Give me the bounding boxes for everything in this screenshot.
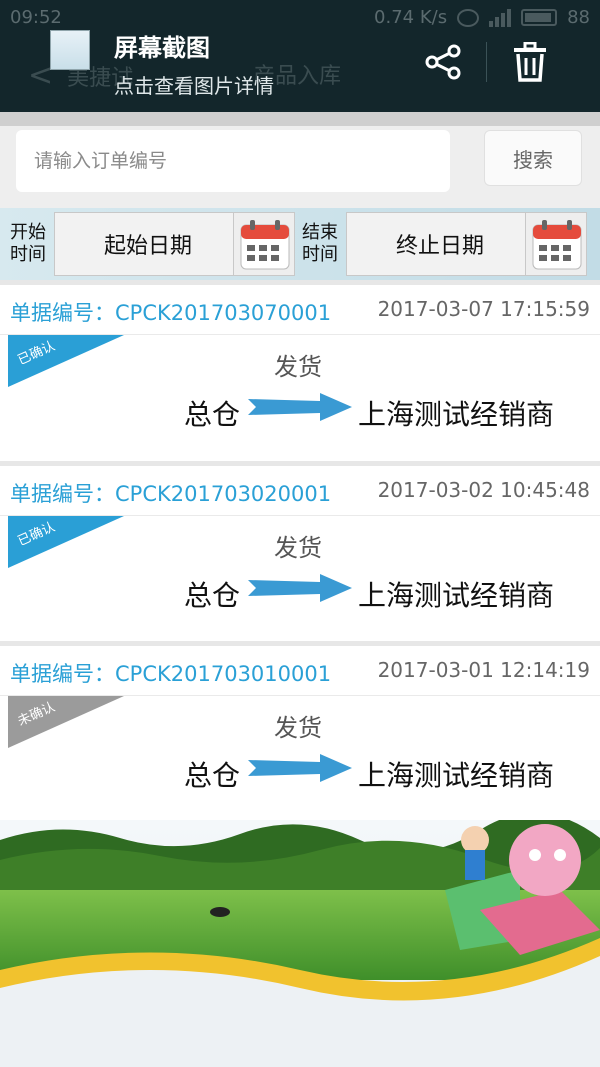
order-number: 单据编号：CPCK201703020001 xyxy=(10,482,332,506)
order-card[interactable]: 单据编号：CPCK201703020001 2017-03-02 10:45:4… xyxy=(0,461,600,646)
meadow-banner xyxy=(0,820,600,1067)
status-bar: 09:52 0.74 K/s 88 xyxy=(0,0,600,36)
order-header: 单据编号：CPCK201703010001 2017-03-01 12:14:1… xyxy=(0,646,600,696)
status-time: 09:52 xyxy=(10,7,62,28)
order-number-search-input[interactable] xyxy=(16,130,450,192)
battery-icon xyxy=(521,9,558,26)
toolbar-divider xyxy=(486,42,487,82)
screenshot-title: 屏幕截图 xyxy=(114,34,210,62)
arrow-right-icon xyxy=(248,754,352,782)
search-area: 搜索 xyxy=(0,126,600,208)
order-card[interactable]: 单据编号：CPCK201703070001 2017-03-07 17:15:5… xyxy=(0,280,600,465)
end-time-label: 结束 时间 xyxy=(298,222,342,266)
calendar-icon[interactable] xyxy=(525,212,587,276)
trash-icon[interactable] xyxy=(512,42,548,82)
action-label: 发货 xyxy=(274,353,322,381)
arrow-right-icon xyxy=(248,574,352,602)
signal-icon xyxy=(489,8,512,27)
screenshot-thumbnail[interactable] xyxy=(50,30,90,70)
arrow-right-icon xyxy=(248,393,352,421)
end-label-line2: 时间 xyxy=(302,244,338,265)
start-label-line2: 时间 xyxy=(10,244,46,265)
start-date-field[interactable]: 起始日期 xyxy=(54,212,242,276)
search-button[interactable]: 搜索 xyxy=(484,130,582,186)
calendar-icon[interactable] xyxy=(233,212,295,276)
order-body: 已确认 发货 总仓 上海测试经销商 xyxy=(0,335,600,465)
order-time: 2017-03-02 10:45:48 xyxy=(377,478,590,502)
order-body: 已确认 发货 总仓 上海测试经销商 xyxy=(0,516,600,646)
action-label: 发货 xyxy=(274,534,322,562)
order-time: 2017-03-01 12:14:19 xyxy=(377,658,590,682)
action-label: 发货 xyxy=(274,714,322,742)
alarm-icon xyxy=(457,8,480,27)
to-dealer: 上海测试经销商 xyxy=(358,398,555,431)
header-divider xyxy=(0,112,600,126)
screenshot-subtitle[interactable]: 点击查看图片详情 xyxy=(114,70,274,99)
end-date-field[interactable]: 终止日期 xyxy=(346,212,534,276)
order-body: 未确认 发货 总仓 上海测试经销商 xyxy=(0,696,600,826)
share-icon[interactable] xyxy=(424,44,462,80)
order-number: 单据编号：CPCK201703070001 xyxy=(10,301,332,325)
order-card[interactable]: 单据编号：CPCK201703010001 2017-03-01 12:14:1… xyxy=(0,641,600,826)
date-filter: 开始 时间 起始日期 结束 时间 终止日期 xyxy=(0,208,600,280)
order-number: 单据编号：CPCK201703010001 xyxy=(10,662,332,686)
order-header: 单据编号：CPCK201703020001 2017-03-02 10:45:4… xyxy=(0,466,600,516)
order-header: 单据编号：CPCK201703070001 2017-03-07 17:15:5… xyxy=(0,285,600,335)
status-icons: 0.74 K/s 88 xyxy=(374,7,590,28)
from-warehouse: 总仓 xyxy=(184,579,241,612)
battery-level: 88 xyxy=(567,7,590,28)
to-dealer: 上海测试经销商 xyxy=(358,759,555,792)
meadow-illustration xyxy=(0,820,600,1067)
end-label-line1: 结束 xyxy=(302,222,338,243)
from-warehouse: 总仓 xyxy=(184,759,241,792)
top-bar: 09:52 0.74 K/s 88 < 美捷试 产品入库 屏幕截图 点击查看图片… xyxy=(0,0,600,112)
to-dealer: 上海测试经销商 xyxy=(358,579,555,612)
start-time-label: 开始 时间 xyxy=(6,222,50,266)
from-warehouse: 总仓 xyxy=(184,398,241,431)
order-time: 2017-03-07 17:15:59 xyxy=(377,297,590,321)
start-label-line1: 开始 xyxy=(10,222,46,243)
network-speed: 0.74 K/s xyxy=(374,7,448,28)
